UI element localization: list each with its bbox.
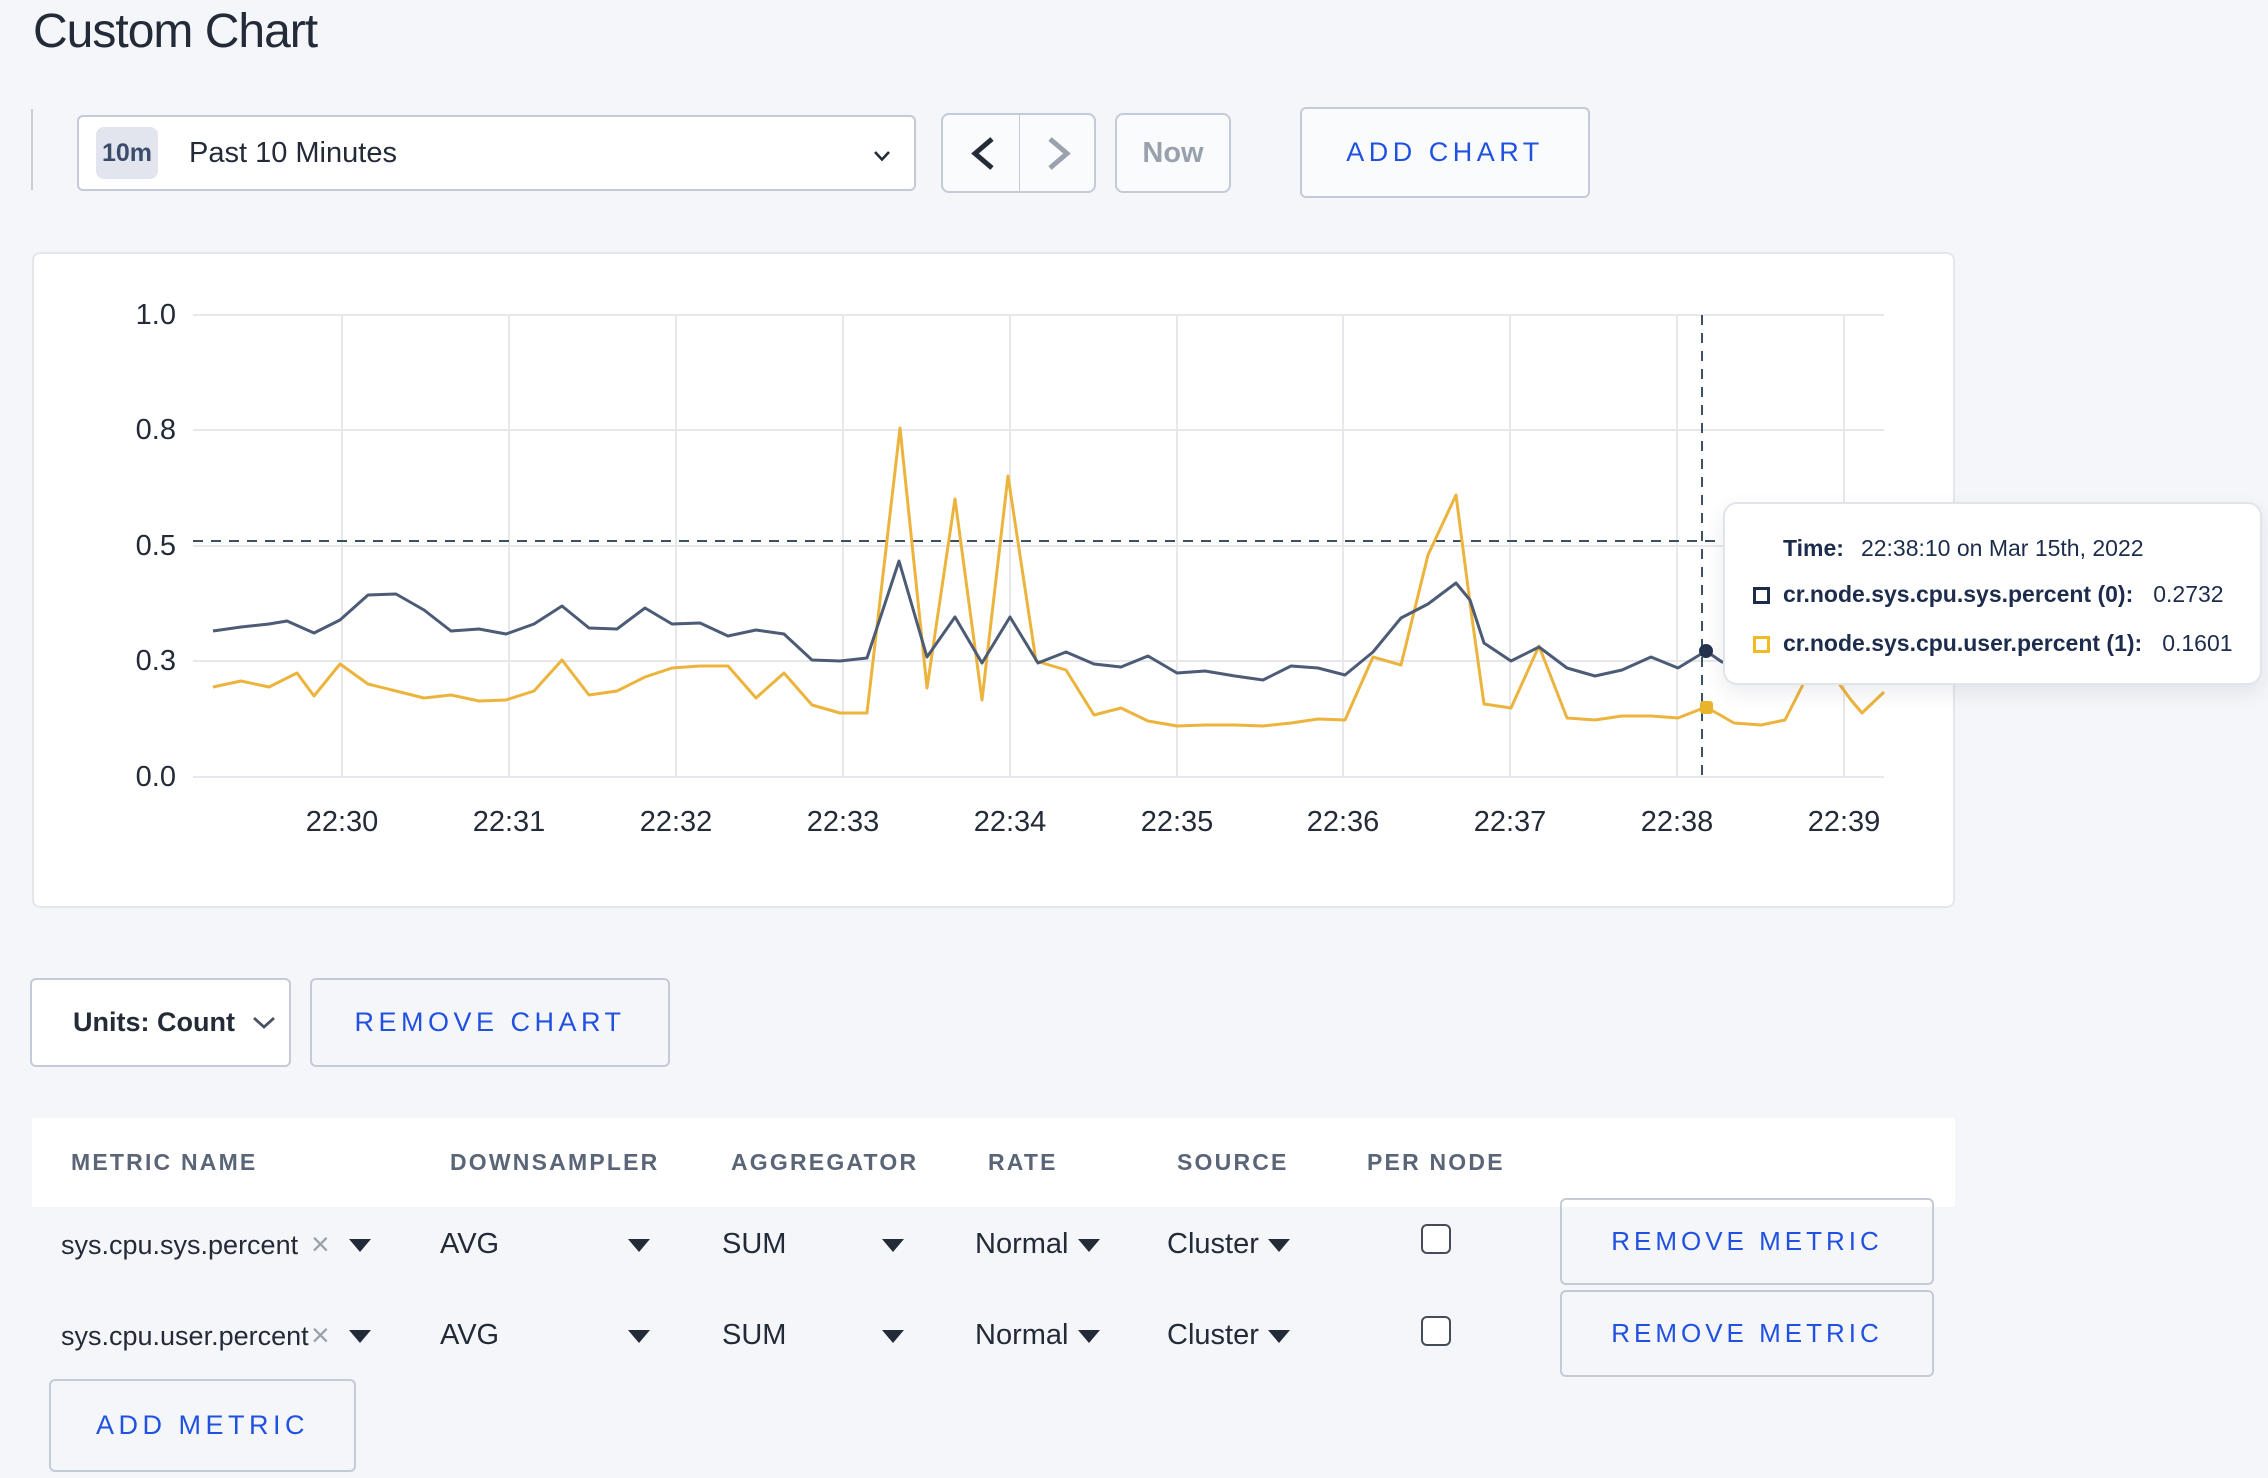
svg-text:22:37: 22:37: [1474, 806, 1547, 838]
svg-text:0.5: 0.5: [136, 530, 176, 562]
svg-text:22:33: 22:33: [807, 806, 880, 838]
svg-text:22:30: 22:30: [306, 806, 379, 838]
svg-text:22:36: 22:36: [1307, 806, 1380, 838]
svg-text:22:39: 22:39: [1808, 806, 1881, 838]
svg-text:1.0: 1.0: [136, 299, 176, 331]
svg-text:22:31: 22:31: [473, 806, 546, 838]
svg-text:22:34: 22:34: [974, 806, 1047, 838]
svg-text:0.3: 0.3: [136, 645, 176, 677]
svg-text:0.8: 0.8: [136, 414, 176, 446]
svg-text:22:35: 22:35: [1141, 806, 1214, 838]
svg-text:0.0: 0.0: [136, 761, 176, 793]
svg-text:22:32: 22:32: [640, 806, 713, 838]
svg-text:22:38: 22:38: [1641, 806, 1714, 838]
